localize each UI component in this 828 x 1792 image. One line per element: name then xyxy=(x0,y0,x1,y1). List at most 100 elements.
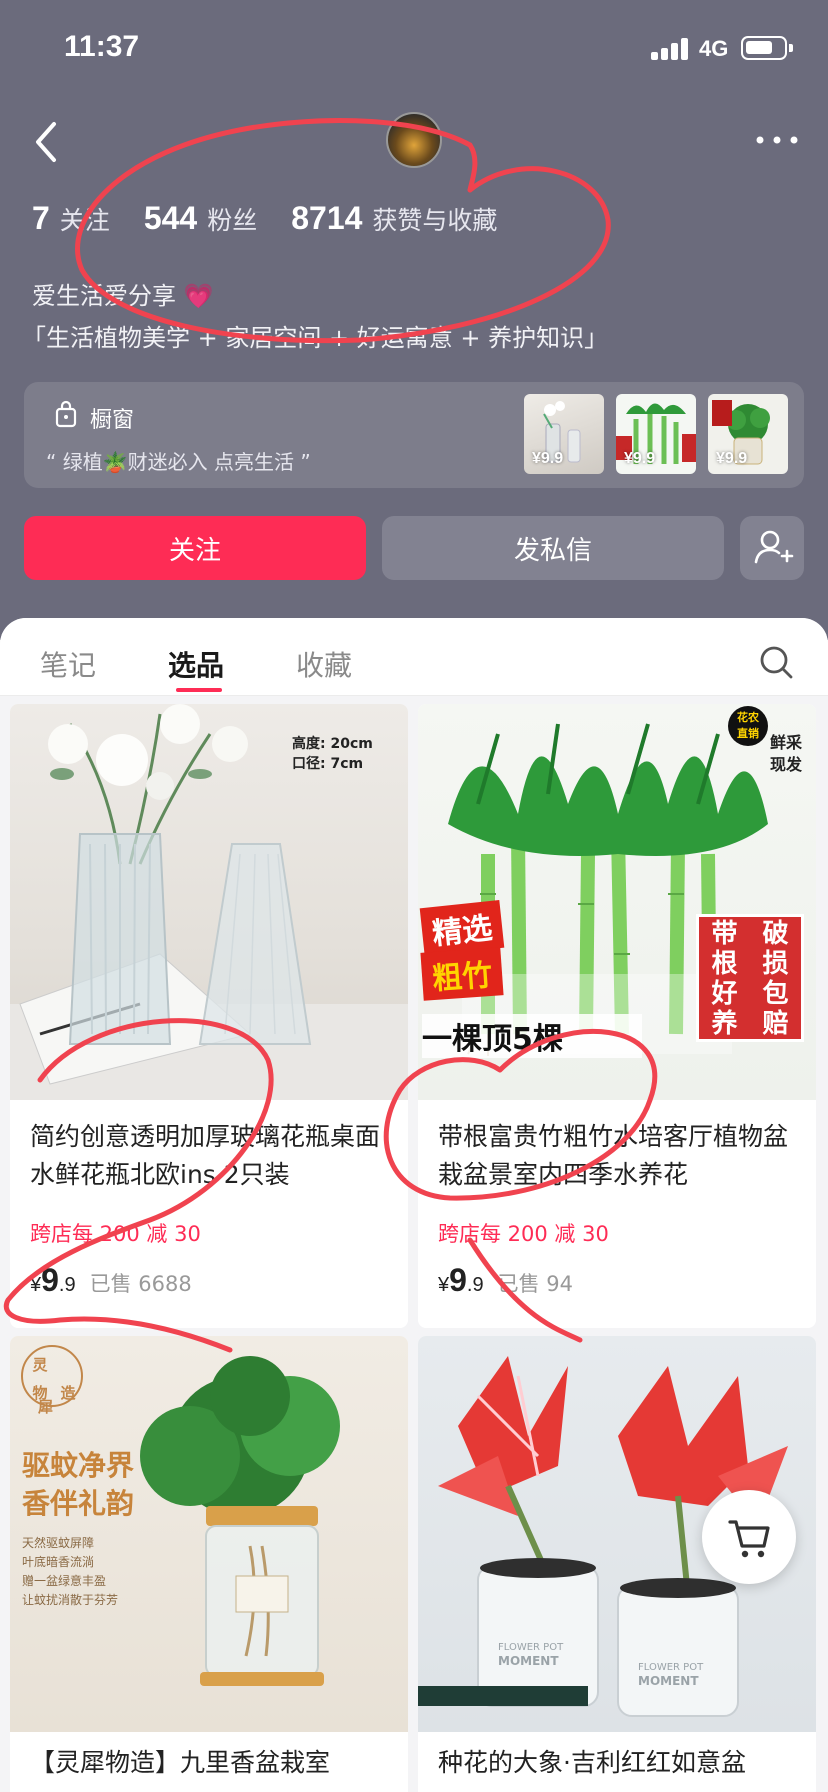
more-icon[interactable] xyxy=(752,128,802,152)
add-friend-button[interactable] xyxy=(740,516,804,580)
profile-header: 11:37 4G 7 关注 544 粉丝 8714 获赞与收藏 爱生活爱分享 💗 「生… xyxy=(0,0,828,640)
message-button[interactable]: 发私信 xyxy=(382,516,724,580)
shop-window-card[interactable]: 橱窗 “ 绿植🪴财迷必入 点亮生活 ” ¥9.9 ¥9.9 ¥9.9 xyxy=(24,382,804,488)
tab-bar: 笔记 选品 收藏 xyxy=(0,618,828,696)
sold-count: 已售 94 xyxy=(497,1272,574,1296)
product-headline: 驱蚊净界 xyxy=(22,1449,135,1482)
shopping-bag-icon xyxy=(55,400,77,428)
shop-thumb[interactable]: ¥9.9 xyxy=(524,394,604,474)
stat-number: 8714 xyxy=(291,200,363,236)
guarantee-char: 破 xyxy=(762,919,789,949)
bottom-slogan: 一棵顶5棵 xyxy=(422,1014,642,1058)
guarantee-char: 养 xyxy=(711,1009,738,1039)
currency-symbol: ¥ xyxy=(30,1274,42,1296)
network-type: 4G xyxy=(699,36,729,61)
shop-subtitle: “ 绿植🪴财迷必入 点亮生活 ” xyxy=(46,450,311,474)
origin-badge: 花农 直销 xyxy=(728,706,768,746)
stat-number: 544 xyxy=(143,200,198,236)
promo-text: 跨店每 200 减 30 xyxy=(438,1222,609,1246)
price-integer: 9 xyxy=(449,1262,467,1298)
stat-following[interactable]: 7 关注 xyxy=(32,200,110,237)
guarantee-char: 根 xyxy=(711,949,738,979)
product-price: ¥ 9 .9 已售 94 xyxy=(438,1262,573,1299)
stat-number: 7 xyxy=(32,200,50,236)
pot-label: MOMENT xyxy=(498,1654,559,1668)
product-card[interactable]: 灵 物造 犀 驱蚊净界 香伴礼韵 天然驱蚊屏障 叶底暗香流淌 赠一盆绿意丰盈 让… xyxy=(10,1336,408,1792)
product-price: ¥ 9 .9 已售 6688 xyxy=(30,1262,192,1299)
brand-logo: 灵 物造 xyxy=(26,1352,82,1408)
tab-favorites[interactable]: 收藏 xyxy=(296,644,352,684)
brand-char: 犀 xyxy=(38,1398,54,1416)
feature-line: 赠一盆绿意丰盈 xyxy=(22,1574,107,1588)
guarantee-char: 损 xyxy=(762,949,789,979)
tab-selected-products[interactable]: 选品 xyxy=(168,644,224,684)
pot-label: MOMENT xyxy=(638,1674,699,1688)
profile-stats: 7 关注 544 粉丝 8714 获赞与收藏 xyxy=(32,200,531,244)
thumb-price: ¥9.9 xyxy=(532,450,564,467)
status-bar: 11:37 4G xyxy=(0,0,828,100)
product-headline: 香伴礼韵 xyxy=(22,1487,135,1520)
add-user-icon xyxy=(754,530,794,564)
price-decimal: .9 xyxy=(466,1274,484,1296)
badge-line: 花农 xyxy=(737,711,759,724)
back-arrow-icon[interactable] xyxy=(30,120,64,164)
sold-count: 已售 6688 xyxy=(89,1272,192,1296)
bio-line: 爱生活爱分享 💗 xyxy=(32,282,214,310)
guarantee-char: 好 xyxy=(711,979,738,1009)
signal-icon xyxy=(651,38,691,60)
guarantee-char: 带 xyxy=(711,919,738,949)
fresh-line: 鲜采 xyxy=(770,733,803,752)
product-image: 高度: 20cm 口径: 7cm xyxy=(10,704,408,1100)
avatar[interactable] xyxy=(386,112,442,168)
feature-line: 让蚊扰消散于芬芳 xyxy=(22,1593,119,1607)
guarantee-badge: 带破 根损 好包 养赔 xyxy=(696,914,804,1042)
price-integer: 9 xyxy=(41,1262,59,1298)
pot-label: FLOWER POT xyxy=(638,1662,704,1673)
product-card[interactable]: 高度: 20cm 口径: 7cm 简约创意透明加厚玻璃花瓶桌面水鲜花瓶北欧ins… xyxy=(10,704,408,1328)
product-image: 灵 物造 犀 驱蚊净界 香伴礼韵 天然驱蚊屏障 叶底暗香流淌 赠一盆绿意丰盈 让… xyxy=(10,1336,408,1732)
profile-screen: 11:37 4G 7 关注 544 粉丝 8714 获赞与收藏 爱生活爱分享 💗 「生… xyxy=(0,0,828,1792)
product-title: 简约创意透明加厚玻璃花瓶桌面水鲜花瓶北欧ins 2只装 xyxy=(30,1122,381,1189)
price-decimal: .9 xyxy=(58,1274,76,1296)
status-time: 11:37 xyxy=(64,30,140,63)
thumb-price: ¥9.9 xyxy=(716,450,748,467)
stat-followers[interactable]: 544 粉丝 xyxy=(144,200,257,237)
tab-notes[interactable]: 笔记 xyxy=(40,644,96,684)
battery-icon xyxy=(741,36,793,60)
feature-list: 天然驱蚊屏障 叶底暗香流淌 赠一盆绿意丰盈 让蚊扰消散于芬芳 xyxy=(22,1534,118,1610)
badge-line: 直销 xyxy=(737,727,759,740)
shop-thumb[interactable]: ¥9.9 xyxy=(708,394,788,474)
promo-text: 跨店每 200 减 30 xyxy=(30,1222,201,1246)
product-title: 种花的大象·吉利红红如意盆 xyxy=(438,1748,746,1777)
content-panel: 笔记 选品 收藏 高度: 20cm 口径: 7cm 简约创意透明加厚玻璃花瓶桌面… xyxy=(0,618,828,1792)
pot-label: FLOWER POT xyxy=(498,1642,564,1653)
size-diameter: 口径: 7cm xyxy=(292,756,364,772)
cart-button[interactable] xyxy=(702,1490,796,1584)
product-title: 带根富贵竹粗竹水培客厅植物盆栽盆景室内四季水养花 xyxy=(438,1122,789,1189)
guarantee-char: 包 xyxy=(762,979,789,1009)
feature-line: 天然驱蚊屏障 xyxy=(22,1536,95,1550)
follow-button[interactable]: 关注 xyxy=(24,516,366,580)
feature-line: 叶底暗香流淌 xyxy=(22,1555,95,1569)
bio-line: 「生活植物美学 + 家居空间 + 好运寓意 + 养护知识」 xyxy=(22,324,609,352)
stat-label: 关注 xyxy=(59,207,110,235)
stat-likes[interactable]: 8714 获赞与收藏 xyxy=(291,200,497,237)
stat-label: 获赞与收藏 xyxy=(372,207,498,235)
product-image: 花农 直销 鲜采 现发 精选 粗竹 一棵顶5棵 带破 根损 好包 养赔 xyxy=(418,704,816,1100)
shop-title: 橱窗 xyxy=(90,408,135,433)
guarantee-char: 赔 xyxy=(762,1009,789,1039)
size-height: 高度: 20cm xyxy=(292,736,373,752)
shop-thumb[interactable]: ¥9.9 xyxy=(616,394,696,474)
fresh-label: 鲜采 现发 xyxy=(770,732,802,776)
brand-char: 造 xyxy=(60,1384,76,1402)
product-card[interactable]: 花农 直销 鲜采 现发 精选 粗竹 一棵顶5棵 带破 根损 好包 养赔 带根富贵竹粗… xyxy=(418,704,816,1328)
search-icon[interactable] xyxy=(758,644,794,680)
shopping-cart-icon xyxy=(728,1520,770,1558)
product-title: 【灵犀物造】九里香盆栽室 xyxy=(30,1748,331,1777)
fresh-line: 现发 xyxy=(770,755,803,774)
thumb-price: ¥9.9 xyxy=(624,450,656,467)
size-label: 高度: 20cm 口径: 7cm xyxy=(292,734,373,774)
active-tab-indicator xyxy=(176,688,222,692)
brand-char: 灵 xyxy=(32,1356,48,1374)
promo-tag: 粗竹 xyxy=(420,947,504,1001)
